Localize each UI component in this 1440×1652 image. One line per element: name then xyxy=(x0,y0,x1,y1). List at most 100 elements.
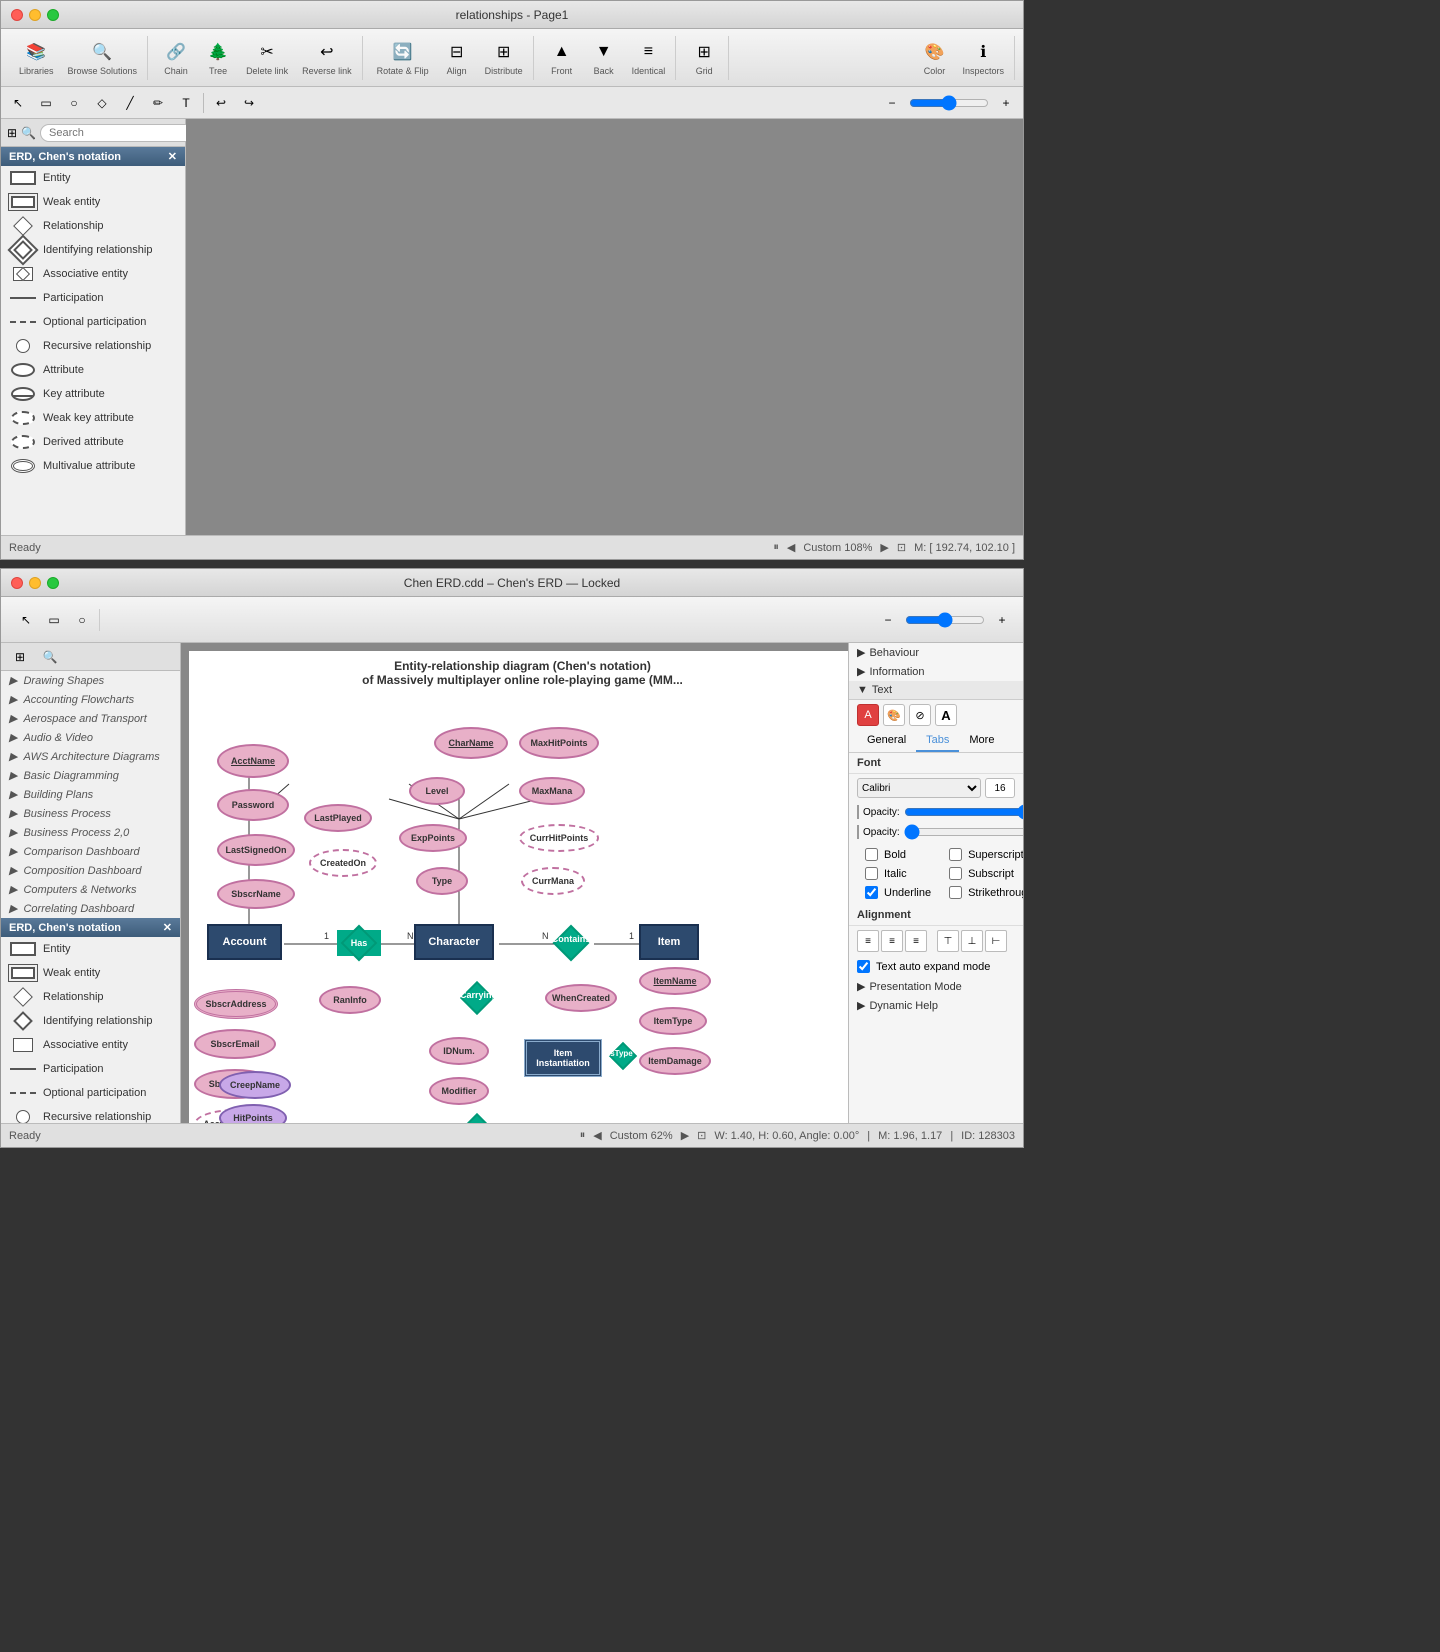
whencreated-attr[interactable]: WhenCreated xyxy=(545,984,617,1012)
zoom-in[interactable]: + xyxy=(993,92,1019,114)
sidebar-item-participation[interactable]: Participation xyxy=(1,286,185,310)
sidebar-item-optional-participation[interactable]: Optional participation xyxy=(1,310,185,334)
carrying2-relationship[interactable]: Carrying xyxy=(452,1117,502,1123)
sidebar-close-icon[interactable]: ✕ xyxy=(168,150,177,163)
align-button[interactable]: ⊟ Align xyxy=(437,36,477,80)
align-bottom-btn[interactable]: ⊢ xyxy=(985,930,1007,952)
cat-basic[interactable]: ▶Basic Diagramming xyxy=(1,766,180,785)
cat-aerospace[interactable]: ▶Aerospace and Transport xyxy=(1,709,180,728)
character-entity[interactable]: Character xyxy=(414,924,494,960)
cat-comparison[interactable]: ▶Comparison Dashboard xyxy=(1,842,180,861)
color-format-btn[interactable]: A xyxy=(857,704,879,726)
opacity-fill-slider[interactable] xyxy=(904,806,1023,818)
modifier-attr[interactable]: Modifier xyxy=(429,1077,489,1105)
fit-icon2[interactable]: ⊡ xyxy=(697,1129,706,1142)
browse-solutions-button[interactable]: 🔍 Browse Solutions xyxy=(62,36,144,80)
align-middle-btn[interactable]: ⊥ xyxy=(961,930,983,952)
cat-correlating[interactable]: ▶Correlating Dashboard xyxy=(1,899,180,918)
cat-computers[interactable]: ▶Computers & Networks xyxy=(1,880,180,899)
maximize-button2[interactable] xyxy=(47,577,59,589)
presentation-mode-row[interactable]: ▶ Presentation Mode xyxy=(849,977,1023,996)
itemtype-attr[interactable]: ItemType xyxy=(639,1007,707,1035)
lastsignedon-attr[interactable]: LastSignedOn xyxy=(217,834,295,866)
maxhitpoints-attr[interactable]: MaxHitPoints xyxy=(519,727,599,759)
erd-diagram[interactable]: 1 N N 1 xyxy=(189,689,848,1123)
rect-tool[interactable]: ▭ xyxy=(33,92,59,114)
inspectors-button[interactable]: ℹ Inspectors xyxy=(956,36,1010,80)
cat-composition[interactable]: ▶Composition Dashboard xyxy=(1,861,180,880)
bold-checkbox[interactable] xyxy=(865,848,878,861)
currhitpoints-attr[interactable]: CurrHitPoints xyxy=(519,824,599,852)
level-attr[interactable]: Level xyxy=(409,777,465,805)
diamond-tool[interactable]: ◇ xyxy=(89,92,115,114)
select-tool2[interactable]: ↖ xyxy=(13,609,39,631)
sidebar2-item-entity[interactable]: Entity xyxy=(1,937,180,961)
sidebar-item-weak-entity[interactable]: Weak entity xyxy=(1,190,185,214)
password-attr[interactable]: Password xyxy=(217,789,289,821)
sidebar2-grid-view[interactable]: ⊞ xyxy=(7,646,33,668)
cat-business-process[interactable]: ▶Business Process xyxy=(1,804,180,823)
sidebar2-item-assoc-entity[interactable]: Associative entity xyxy=(1,1033,180,1057)
createdon-attr[interactable]: CreatedOn xyxy=(309,849,377,877)
zoom-slider2[interactable] xyxy=(905,612,985,628)
sidebar2-item-weak-entity[interactable]: Weak entity xyxy=(1,961,180,985)
text-tool[interactable]: T xyxy=(173,92,199,114)
next-page2[interactable]: ▶ xyxy=(681,1129,689,1142)
canvas-area2[interactable]: Entity-relationship diagram (Chen's nota… xyxy=(181,643,848,1123)
cat-drawing-shapes[interactable]: ▶Drawing Shapes xyxy=(1,671,180,690)
sidebar2-item-recursive-rel[interactable]: Recursive relationship xyxy=(1,1105,180,1123)
zoom-out[interactable]: − xyxy=(879,92,905,114)
sidebar-item-key-attribute[interactable]: Key attribute xyxy=(1,382,185,406)
sidebar2-close-icon[interactable]: ✕ xyxy=(163,921,172,934)
sidebar-item-attribute[interactable]: Attribute xyxy=(1,358,185,382)
reverse-link-button[interactable]: ↩ Reverse link xyxy=(296,36,358,80)
underline-checkbox[interactable] xyxy=(865,886,878,899)
fill-color-swatch[interactable] xyxy=(857,805,859,819)
text-size-btn[interactable]: A xyxy=(935,704,957,726)
subscript-checkbox[interactable] xyxy=(949,867,962,880)
sidebar2-item-participation[interactable]: Participation xyxy=(1,1057,180,1081)
sidebar2-item-relationship[interactable]: Relationship xyxy=(1,985,180,1009)
sidebar-item-identifying-rel[interactable]: Identifying relationship xyxy=(1,238,185,262)
zoom-slider[interactable] xyxy=(909,95,989,111)
cat-aws[interactable]: ▶AWS Architecture Diagrams xyxy=(1,747,180,766)
item-entity[interactable]: Item xyxy=(639,924,699,960)
pause-icon[interactable]: ⏸ xyxy=(773,541,779,554)
istype-relationship[interactable]: IsType xyxy=(604,1044,642,1068)
zoom-out2[interactable]: − xyxy=(875,609,901,631)
clear-format-btn[interactable]: ⊘ xyxy=(909,704,931,726)
delete-link-button[interactable]: ✂ Delete link xyxy=(240,36,294,80)
stroke-color-swatch[interactable] xyxy=(857,825,859,839)
behaviour-row[interactable]: ▶ Behaviour xyxy=(849,643,1023,662)
raninfo-attr[interactable]: RanInfo xyxy=(319,986,381,1014)
zoom-in2[interactable]: + xyxy=(989,609,1015,631)
charname-attr[interactable]: CharName xyxy=(434,727,508,759)
tree-button[interactable]: 🌲 Tree xyxy=(198,36,238,80)
sbscremail-attr[interactable]: SbscrEmail xyxy=(194,1029,276,1059)
sbscrname-attr[interactable]: SbscrName xyxy=(217,879,295,909)
account-entity[interactable]: Account xyxy=(207,924,282,960)
item-instantiation-entity[interactable]: Item Instantiation xyxy=(524,1039,602,1077)
minimize-button[interactable] xyxy=(29,9,41,21)
text-row[interactable]: ▼ Text xyxy=(849,681,1023,699)
itemname-attr[interactable]: ItemName xyxy=(639,967,711,995)
cat-business-process2[interactable]: ▶Business Process 2,0 xyxy=(1,823,180,842)
sidebar-search-input[interactable] xyxy=(40,124,200,142)
sidebar-item-associative-entity[interactable]: Associative entity xyxy=(1,262,185,286)
hitpoints-attr[interactable]: HitPoints xyxy=(219,1104,287,1123)
exppoints-attr[interactable]: ExpPoints xyxy=(399,824,467,852)
libraries-button[interactable]: 📚 Libraries xyxy=(13,36,60,80)
sidebar2-item-optional-participation[interactable]: Optional participation xyxy=(1,1081,180,1105)
align-left-btn[interactable]: ≡ xyxy=(857,930,879,952)
highlight-btn[interactable]: 🎨 xyxy=(883,704,905,726)
information-row[interactable]: ▶ Information xyxy=(849,662,1023,681)
fit-icon[interactable]: ⊡ xyxy=(897,541,906,554)
line-tool[interactable]: ╱ xyxy=(117,92,143,114)
sidebar-item-relationship[interactable]: Relationship xyxy=(1,214,185,238)
general-tab[interactable]: General xyxy=(857,730,916,752)
select-tool[interactable]: ↖ xyxy=(5,92,31,114)
type-attr[interactable]: Type xyxy=(416,867,468,895)
sidebar-search-toggle[interactable]: 🔍 xyxy=(21,122,36,144)
rotate-flip-button[interactable]: 🔄 Rotate & Flip xyxy=(371,36,435,80)
redo-tool[interactable]: ↪ xyxy=(236,92,262,114)
